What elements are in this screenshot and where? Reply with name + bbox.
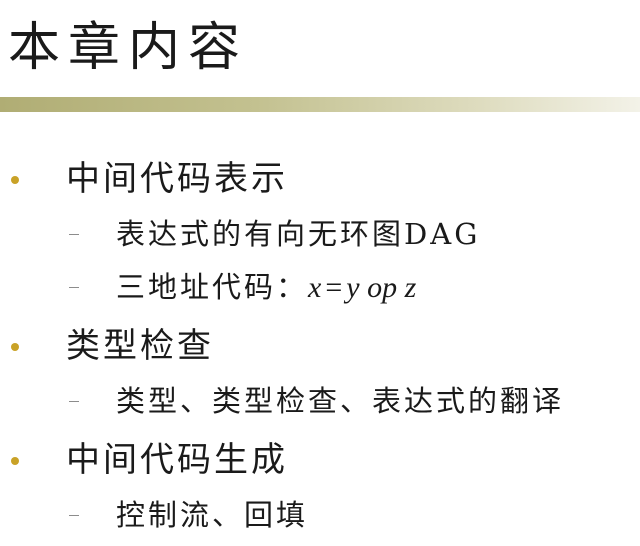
formula-rhs2: z — [404, 271, 417, 304]
dash-bullet-icon — [69, 401, 79, 402]
outline-subitem-label-group: 三地址代码：x = y op z — [116, 270, 416, 305]
outline-subitem-label: 表达式的有向无环图DAG — [116, 217, 481, 251]
formula-operator: op — [367, 271, 398, 304]
dash-bullet-icon — [69, 234, 79, 235]
dash-bullet-icon — [69, 515, 79, 516]
outline-subitem-control-flow-backpatching: 控制流、回填 — [0, 498, 640, 532]
outline-item-label: 中间代码表示 — [66, 159, 288, 199]
outline-list: 中间代码表示 表达式的有向无环图DAG 三地址代码：x = y op z 类型检查 … — [0, 0, 640, 546]
formula-rhs1: y — [346, 271, 360, 304]
dash-bullet-icon — [69, 287, 79, 288]
outline-item-label: 中间代码生成 — [66, 440, 288, 480]
three-address-formula: x = y op z — [308, 271, 416, 304]
formula-lhs: x — [308, 271, 322, 304]
outline-subitem-dag: 表达式的有向无环图DAG — [0, 217, 640, 251]
outline-subitem-label: 类型、类型检查、表达式的翻译 — [116, 384, 565, 418]
outline-item-intermediate-code-representation: 中间代码表示 — [0, 159, 640, 199]
outline-subitem-three-address-code: 三地址代码：x = y op z — [0, 270, 640, 304]
bullet-dot-icon — [11, 457, 19, 465]
outline-item-type-checking: 类型检查 — [0, 326, 640, 366]
bullet-dot-icon — [11, 343, 19, 351]
outline-item-intermediate-code-generation: 中间代码生成 — [0, 440, 640, 480]
outline-subitem-label: 三地址代码： — [116, 270, 309, 304]
formula-equals: = — [325, 271, 343, 304]
outline-subitem-type-translation: 类型、类型检查、表达式的翻译 — [0, 384, 640, 418]
outline-item-label: 类型检查 — [66, 326, 214, 366]
outline-subitem-label: 控制流、回填 — [116, 498, 309, 532]
bullet-dot-icon — [11, 176, 19, 184]
